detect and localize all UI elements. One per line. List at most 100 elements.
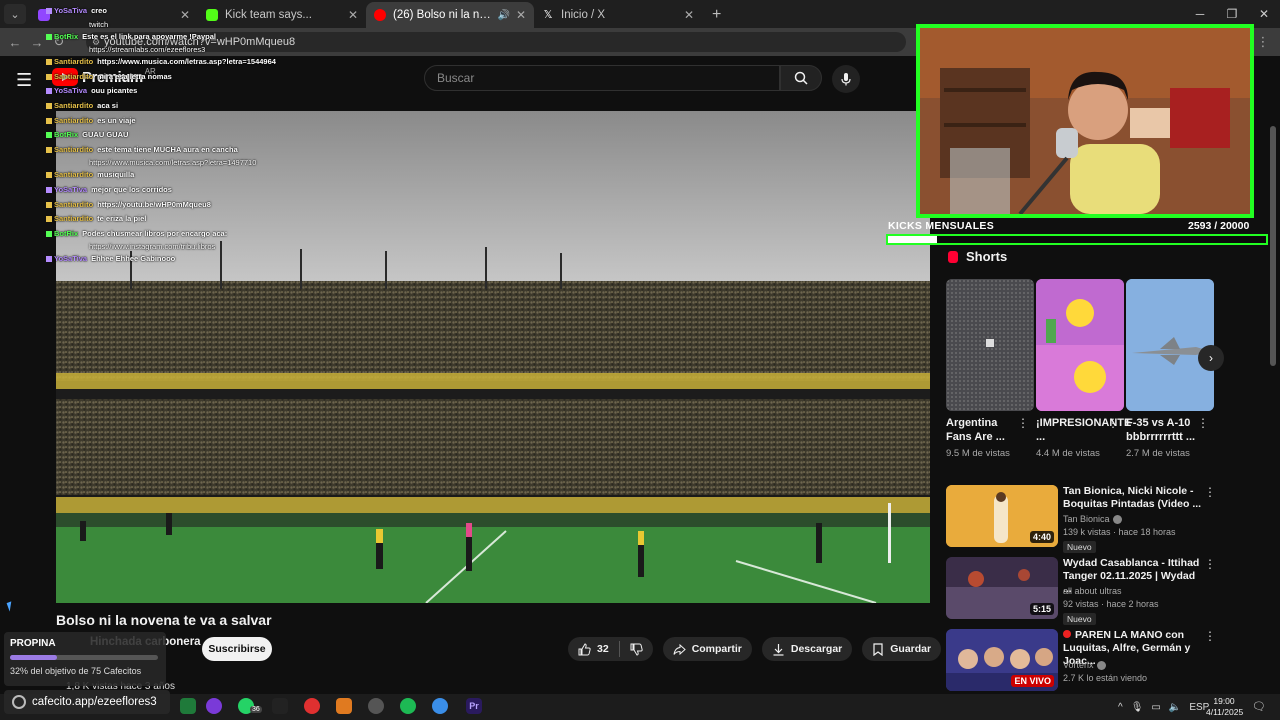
app-icon[interactable] [336,698,352,714]
subscribe-button[interactable]: Suscribirse [202,637,272,661]
tab-x[interactable]: 𝕏 Inicio / X ✕ [534,2,702,28]
video-meta: 92 vistas · hace 2 horas [1063,599,1159,609]
chat-message: YoSaTiva creo twitch [46,4,286,30]
chat-username: YoSaTiva [54,6,88,15]
spotify-icon[interactable] [400,698,416,714]
short-thumbnail[interactable] [1036,279,1124,411]
short-more-icon[interactable]: ⋮ [1197,416,1209,430]
video-actions: 32 Compartir Descargar Guardar ⋯ [568,637,976,661]
taskbar-clock[interactable]: 19:00 4/11/2025 [1206,696,1243,718]
short-title[interactable]: ¡IMPRESIONANTE ... [1036,416,1131,444]
app-icon[interactable] [304,698,320,714]
chat-username: BotRix [54,130,79,140]
chat-subline: https://streamlabs.com/ezeeflores3 [89,45,206,55]
shorts-next-button[interactable]: › [1198,345,1224,371]
platform-icon [46,146,52,153]
shorts-title: Shorts [966,249,1008,264]
chat-message: BotRix Este es el link para apoyarme !Pay… [46,30,286,56]
premiere-icon[interactable]: Pr [466,698,482,714]
search-button[interactable] [780,65,822,91]
more-options-icon[interactable]: ⋮ [1204,629,1216,643]
speaker-icon[interactable]: 🔊 [497,10,509,21]
tip-goal-widget: PROPINA 32% del objetivo de 75 Cafecitos [4,632,166,686]
recommended-video[interactable]: EN VIVO PAREN LA MANO con Luquitas, Alfr… [946,629,1246,691]
chat-subline: https://www.musica.com/letras.asp?letra=… [89,158,257,168]
network-icon[interactable]: ▭ [1151,702,1160,713]
short-more-icon[interactable]: ⋮ [1017,416,1029,430]
chat-username: BotRix [54,228,79,238]
app-icon[interactable] [206,698,222,714]
more-options-icon[interactable]: ⋮ [1204,485,1216,499]
new-tab-button[interactable]: + [712,6,721,24]
close-icon[interactable]: ✕ [348,8,358,22]
dislike-button[interactable] [630,643,643,656]
stream-chat-overlay: YoSaTiva creo twitch BotRix Este es el link … [46,4,286,267]
bookmark-icon [873,642,883,656]
microphone-tray-icon[interactable]: 🎙 [1131,702,1144,713]
shorts-header: Shorts [948,249,1007,264]
channel-name: Vorterix [1063,660,1106,671]
short-views: 9.5 M de vistas [946,448,1010,459]
share-label: Compartir [691,643,742,655]
more-options-icon[interactable]: ⋮ [1204,557,1216,571]
chat-text: musiquilla [97,170,135,180]
microphone-icon [841,73,851,86]
short-title[interactable]: Argentina Fans Are ... [946,416,1018,444]
app-icon[interactable] [368,698,384,714]
notifications-icon[interactable]: 🗨 [1252,700,1266,713]
download-button[interactable]: Descargar [761,637,853,661]
platform-icon [46,201,52,208]
save-button[interactable]: Guardar [862,637,942,661]
recommended-video[interactable]: 5:15 Wydad Casablanca - Ittihad Tanger 0… [946,557,1246,625]
platform-icon [46,216,52,223]
short-more-icon[interactable]: ⋮ [1107,416,1119,430]
share-button[interactable]: Compartir [662,637,752,661]
hamburger-menu-icon[interactable]: ☰ [16,70,32,91]
cafecito-link: cafecito.app/ezeeflores3 [4,690,170,714]
video-duration: 5:15 [1029,603,1054,615]
like-button[interactable]: 32 [578,642,609,656]
chat-username: Santiardito [54,199,94,209]
tray-expand-icon[interactable]: ^ [1118,702,1123,713]
app-icon[interactable] [272,698,288,714]
browser-menu-icon[interactable]: ⋮ [1252,34,1274,50]
tab-youtube[interactable]: (26) Bolso ni la novena te v 🔊 ✕ [366,2,534,28]
platform-icon [46,73,52,80]
tab-search-button[interactable]: ⌄ [4,4,26,24]
chat-text: Podes chusmear libros por encargo aca: [82,228,228,238]
like-dislike-group: 32 [568,637,653,661]
close-icon[interactable]: ✕ [516,8,526,22]
volume-icon[interactable]: 🔈 [1169,702,1181,713]
chat-username: YoSaTiva [54,86,88,96]
close-icon[interactable]: ✕ [684,8,694,22]
back-icon[interactable]: ← [4,35,26,50]
kicks-progress-fill [888,236,938,243]
short-title[interactable]: F-35 vs A-10 bbbrrrrrrttt ... [1126,416,1198,444]
save-label: Guardar [890,643,932,655]
platform-icon [46,117,52,124]
channel-name: all about ultras [1063,586,1122,596]
search-icon [794,71,808,85]
video-meta: 139 k vistas · hace 18 horas [1063,527,1176,537]
short-thumbnail[interactable] [946,279,1034,411]
voice-search-button[interactable] [832,65,860,93]
live-dot-icon [1063,630,1071,638]
verified-icon [1112,515,1122,525]
video-thumbnail: 4:40 [946,485,1058,547]
page-scrollbar[interactable] [1270,126,1276,366]
forward-icon[interactable]: → [26,35,48,50]
app-icon[interactable] [180,698,196,714]
platform-icon [46,186,52,193]
recommended-video[interactable]: 4:40 Tan Bionica, Nicki Nicole - Boquita… [946,485,1246,553]
search-input[interactable]: Buscar [424,65,780,91]
kicks-goal-count: 2593 / 20000 [1188,220,1250,232]
chat-username: Santiardito [54,57,94,67]
chat-text: mira esa letra nomas [97,71,172,81]
chat-username: Santiardito [54,115,94,125]
app-icon[interactable] [432,698,448,714]
chat-text: https://www.musica.com/letras.asp?letra=… [97,57,276,67]
platform-icon [46,172,52,179]
short-thumbnail[interactable] [1126,279,1214,411]
chat-text: es un viaje [97,115,136,125]
chat-message: Santiardito musiquilla [46,168,286,183]
